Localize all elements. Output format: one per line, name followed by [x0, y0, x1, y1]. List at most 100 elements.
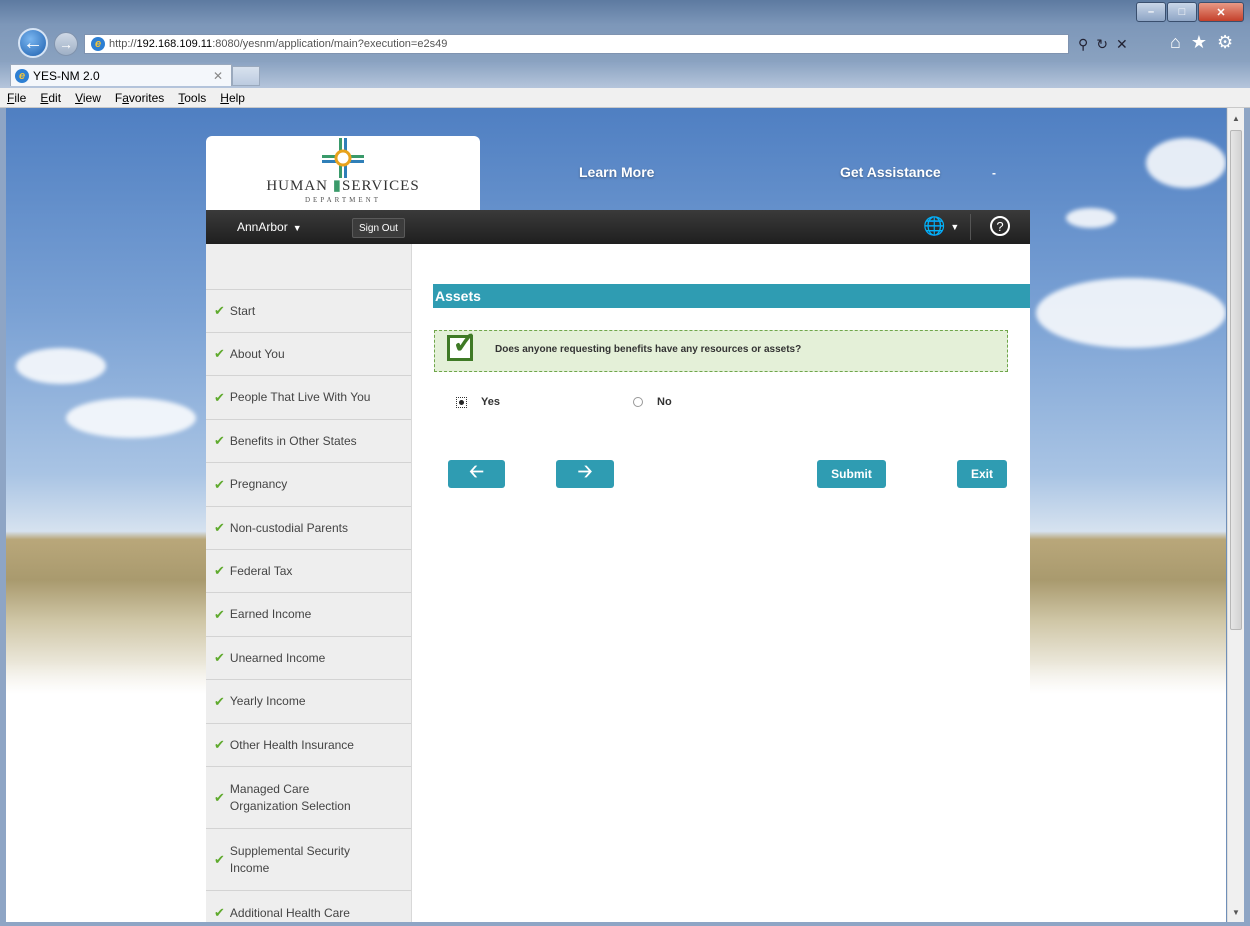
menu-edit-rest: dit	[48, 90, 62, 105]
logo-subtitle: DEPARTMENT	[305, 196, 381, 204]
sidebar-item-unearned-income[interactable]: ✔ Unearned Income	[206, 636, 411, 679]
logo-wordmark: HUMAN ▮SERVICES	[206, 176, 480, 195]
url-prefix: http://	[109, 38, 137, 50]
check-icon: ✔	[214, 476, 225, 492]
tab-close-icon[interactable]: ✕	[213, 69, 223, 83]
browser-titlebar: – □ ✕ ← → e http://192.168.109.11:8080/y…	[0, 0, 1250, 62]
menu-tools-rest: ools	[184, 90, 207, 105]
scroll-thumb[interactable]	[1230, 130, 1242, 630]
url-path: :8080/yesnm/application/main?execution=e…	[212, 38, 448, 50]
check-icon: ✔	[214, 520, 225, 535]
menu-bar: File Edit View Favorites Tools Help	[0, 88, 1250, 108]
window-frame-bottom	[0, 922, 1250, 926]
check-icon: ✔	[214, 433, 225, 448]
sidebar-item-ssi[interactable]: ✔ Supplemental Security Income	[206, 828, 411, 890]
option-no[interactable]: No	[633, 396, 672, 408]
logo-word-services: SERVICES	[342, 178, 420, 194]
exit-button[interactable]: Exit	[957, 460, 1007, 488]
arrow-left-icon: 🡠	[469, 461, 484, 481]
get-assistance-link[interactable]: Get Assistance	[840, 164, 941, 180]
sign-out-button[interactable]: Sign Out	[352, 218, 405, 238]
back-arrow-icon[interactable]: ←	[18, 28, 48, 58]
hsd-logo[interactable]: HUMAN ▮SERVICES DEPARTMENT	[206, 136, 480, 212]
check-icon: ✔	[214, 789, 225, 805]
sidebar-item-other-health[interactable]: ✔ Other Health Insurance	[206, 723, 411, 766]
sidebar-item-label: Pregnancy	[229, 477, 288, 491]
check-icon: ✔	[214, 389, 225, 405]
menu-help-mnemonic: H	[220, 90, 229, 105]
close-window-icon[interactable]: ✕	[1198, 2, 1244, 22]
background-cloud	[66, 398, 196, 438]
check-icon: ✔	[214, 650, 225, 665]
sidebar-item-earned-income[interactable]: ✔ Earned Income	[206, 592, 411, 636]
menu-view-rest: iew	[82, 90, 101, 105]
url-host: 192.168.109.11	[136, 38, 213, 50]
menu-view[interactable]: View	[68, 91, 108, 105]
radio-yes[interactable]	[456, 396, 467, 408]
user-name: AnnArbor	[237, 220, 288, 234]
sidebar-item-people[interactable]: ✔ People That Live With You	[206, 375, 411, 419]
home-icon[interactable]: ⌂	[1170, 32, 1181, 53]
learn-more-link[interactable]: Learn More	[579, 164, 654, 180]
sidebar-item-yearly-income[interactable]: ✔ Yearly Income	[206, 679, 411, 723]
stop-icon[interactable]: ✕	[1116, 36, 1128, 53]
check-icon: ✔	[214, 346, 225, 361]
scroll-up-icon[interactable]: ▲	[1228, 110, 1244, 126]
option-yes[interactable]: Yes	[456, 396, 500, 408]
menu-help[interactable]: Help	[213, 91, 252, 105]
submit-button[interactable]: Submit	[817, 460, 886, 488]
maximize-icon[interactable]: □	[1167, 2, 1197, 22]
sidebar-item-other-states[interactable]: ✔ Benefits in Other States	[206, 419, 411, 462]
sidebar-item-label: Start	[229, 303, 256, 318]
next-button[interactable]: 🡢	[556, 460, 614, 488]
menu-edit[interactable]: Edit	[33, 91, 68, 105]
new-tab-button[interactable]	[232, 66, 260, 86]
sidebar-item-label: Earned Income	[229, 607, 312, 621]
globe-icon: 🌐	[923, 216, 946, 236]
check-icon: ✔	[214, 905, 225, 920]
menu-favorites-mnemonic: a	[122, 90, 129, 105]
background-cloud	[1036, 278, 1226, 348]
menu-file[interactable]: File	[0, 91, 33, 105]
forward-arrow-icon[interactable]: →	[54, 32, 78, 56]
sidebar-item-managed-care[interactable]: ✔ Managed Care Organization Selection	[206, 766, 411, 828]
sidebar-item-label: Other Health Insurance	[229, 737, 354, 752]
navbar-divider	[970, 214, 971, 240]
sidebar-item-label: Managed Care Organization Selection	[229, 781, 351, 813]
refresh-icon[interactable]: ↻	[1096, 36, 1108, 53]
section-title: Assets	[433, 284, 1030, 308]
minimize-icon[interactable]: –	[1136, 2, 1166, 22]
menu-help-rest: elp	[228, 90, 245, 105]
sidebar-item-additional-health[interactable]: ✔ Additional Health Care	[206, 890, 411, 922]
sidebar-item-about-you[interactable]: ✔ About You	[206, 332, 411, 375]
user-menu[interactable]: AnnArbor ▼	[237, 220, 302, 234]
page-scrollbar[interactable]: ▲ ▼	[1227, 108, 1244, 922]
language-menu[interactable]: 🌐 ▼	[923, 216, 959, 237]
sidebar-item-federal-tax[interactable]: ✔ Federal Tax	[206, 549, 411, 592]
sidebar-item-pregnancy[interactable]: ✔ Pregnancy	[206, 462, 411, 506]
logo-word-human: HUMAN	[266, 178, 328, 194]
search-icon[interactable]: ⚲	[1078, 36, 1088, 53]
menu-file-rest: ile	[14, 90, 27, 105]
favorites-star-icon[interactable]: ★	[1191, 32, 1207, 53]
progress-sidebar: ✔ Start ✔ About You ✔ People That Live With…	[206, 244, 412, 922]
back-button[interactable]: 🡠	[448, 460, 505, 488]
sidebar-item-label: Yearly Income	[229, 694, 306, 708]
menu-view-mnemonic: V	[75, 90, 83, 105]
sidebar-item-start[interactable]: ✔ Start	[206, 289, 411, 332]
check-icon: ✔	[214, 563, 225, 578]
tab-title: YES-NM 2.0	[33, 68, 100, 83]
settings-gear-icon[interactable]: ⚙	[1217, 32, 1233, 53]
menu-favorites[interactable]: Favorites	[108, 91, 171, 105]
check-icon: ✔	[214, 851, 225, 867]
browser-tab[interactable]: e YES-NM 2.0 ✕	[10, 64, 232, 86]
help-icon[interactable]: ?	[990, 216, 1010, 236]
address-bar[interactable]: e http://192.168.109.11:8080/yesnm/appli…	[84, 34, 1069, 54]
address-tools: ⚲ ↻ ✕	[1070, 34, 1160, 54]
scroll-down-icon[interactable]: ▼	[1228, 904, 1244, 920]
logo-divider-icon: ▮	[332, 178, 343, 194]
sidebar-item-non-custodial[interactable]: ✔ Non-custodial Parents	[206, 506, 411, 549]
option-yes-label: Yes	[481, 396, 500, 408]
radio-no[interactable]	[633, 397, 643, 407]
menu-tools[interactable]: Tools	[171, 91, 213, 105]
